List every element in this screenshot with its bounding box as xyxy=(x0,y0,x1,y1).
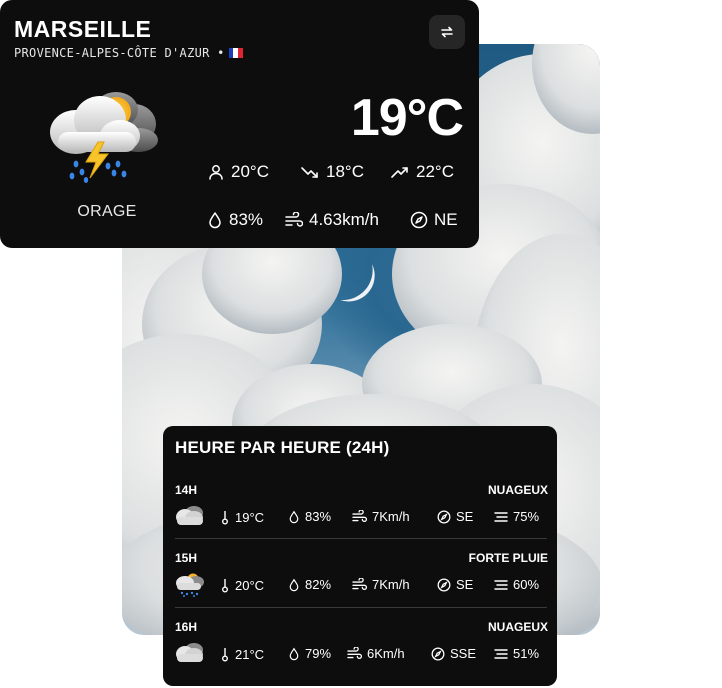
direction-stat: NE xyxy=(410,210,458,230)
current-weather-card: MARSEILLE PROVENCE-ALPES-CÔTE D'AZUR • O… xyxy=(0,0,479,248)
condition-label: ORAGE xyxy=(77,203,137,220)
hour-description: NUAGEUX xyxy=(487,483,548,497)
compass-icon xyxy=(437,510,451,523)
hourly-row: 15H FORTE PLUIE 20°C 82% 7Km/h SE 60% xyxy=(175,551,548,619)
person-icon xyxy=(209,165,223,180)
france-flag-icon xyxy=(228,47,243,58)
wind-icon xyxy=(285,212,303,227)
hour-clouds: 75% xyxy=(494,509,539,524)
hour-wind-value: 7Km/h xyxy=(372,577,410,592)
hour-wind: 7Km/h xyxy=(352,577,410,592)
hour-humidity-value: 83% xyxy=(305,509,332,524)
compass-icon xyxy=(437,578,451,591)
hour-temp: 21°C xyxy=(220,646,264,662)
max-temp-value: 22°C xyxy=(416,162,454,181)
droplet-icon xyxy=(289,647,299,660)
city-name: MARSEILLE xyxy=(14,16,152,42)
hour-wind-value: 7Km/h xyxy=(372,509,410,524)
hour-humidity: 83% xyxy=(288,509,331,524)
trend-down-icon xyxy=(301,167,318,178)
droplet-icon xyxy=(209,212,221,229)
compass-icon xyxy=(431,647,445,660)
lines-icon xyxy=(494,648,508,659)
feels-like-value: 20°C xyxy=(231,162,269,181)
hourly-row: 16H NUAGEUX 21°C 79% 6Km/h SSE 51% xyxy=(175,620,548,688)
hour-temp-value: 21°C xyxy=(235,646,265,662)
direction-value: NE xyxy=(434,210,458,229)
droplet-icon xyxy=(289,578,299,591)
min-temp-stat: 18°C xyxy=(300,162,364,182)
hour-temp-value: 20°C xyxy=(235,577,265,593)
thermometer-icon xyxy=(222,511,228,525)
hour-clouds-value: 51% xyxy=(513,646,540,661)
swap-button[interactable] xyxy=(429,15,465,49)
hour-temp-value: 19°C xyxy=(235,509,265,525)
hour-clouds-value: 60% xyxy=(513,577,540,592)
hour-temp: 20°C xyxy=(220,577,264,593)
row-divider xyxy=(175,538,547,539)
hourly-forecast-card: HEURE PAR HEURE (24H) 14H NUAGEUX 19°C 8… xyxy=(163,426,557,686)
hourly-title: HEURE PAR HEURE (24H) xyxy=(175,438,390,457)
hour-humidity-value: 79% xyxy=(305,646,332,661)
min-temp-value: 18°C xyxy=(326,162,364,181)
hour-clouds: 60% xyxy=(494,577,539,592)
wind-icon xyxy=(347,647,362,660)
hour-direction: SE xyxy=(437,577,473,592)
hour-label: 16H xyxy=(175,620,198,634)
region-label: PROVENCE-ALPES-CÔTE D'AZUR • xyxy=(14,46,225,60)
humidity-value: 83% xyxy=(229,210,264,229)
hour-clouds: 51% xyxy=(494,646,539,661)
lines-icon xyxy=(494,579,508,590)
wind-stat: 4.63km/h xyxy=(285,210,379,230)
lines-icon xyxy=(494,511,508,522)
wind-value: 4.63km/h xyxy=(309,210,379,229)
swap-icon xyxy=(441,26,453,38)
trend-up-icon xyxy=(391,167,408,178)
hourly-row: 14H NUAGEUX 19°C 83% 7Km/h SE 75% xyxy=(175,483,548,551)
hour-wind: 6Km/h xyxy=(347,646,405,661)
hour-wind: 7Km/h xyxy=(352,509,410,524)
hour-humidity: 79% xyxy=(288,646,331,661)
humidity-stat: 83% xyxy=(207,210,263,230)
row-divider xyxy=(175,607,547,608)
hour-direction-value: SSE xyxy=(450,646,477,661)
thunderstorm-icon xyxy=(50,92,158,183)
compass-icon xyxy=(410,211,428,229)
region-name: PROVENCE-ALPES-CÔTE D'AZUR • xyxy=(14,46,243,60)
feels-like-stat: 20°C xyxy=(207,162,269,182)
hour-label: 14H xyxy=(175,483,198,497)
hour-label: 15H xyxy=(175,551,198,565)
hour-description: FORTE PLUIE xyxy=(468,551,548,565)
cloud-icon xyxy=(176,506,203,525)
wind-icon xyxy=(352,510,367,523)
wind-icon xyxy=(352,578,367,591)
hour-wind-value: 6Km/h xyxy=(367,646,405,661)
hour-humidity-value: 82% xyxy=(305,577,332,592)
current-temperature: 19°C xyxy=(350,89,464,147)
hour-description: NUAGEUX xyxy=(487,620,548,634)
thermometer-icon xyxy=(222,579,228,593)
hour-direction-value: SE xyxy=(456,577,474,592)
hour-humidity: 82% xyxy=(288,577,331,592)
droplet-icon xyxy=(289,510,299,523)
max-temp-stat: 22°C xyxy=(390,162,454,182)
hour-direction: SSE xyxy=(431,646,476,661)
heavy-rain-icon xyxy=(176,573,204,597)
hour-clouds-value: 75% xyxy=(513,509,540,524)
hour-direction: SE xyxy=(437,509,473,524)
hour-direction-value: SE xyxy=(456,509,474,524)
thermometer-icon xyxy=(222,648,228,662)
hour-temp: 19°C xyxy=(220,509,264,525)
cloud-icon xyxy=(176,643,203,662)
